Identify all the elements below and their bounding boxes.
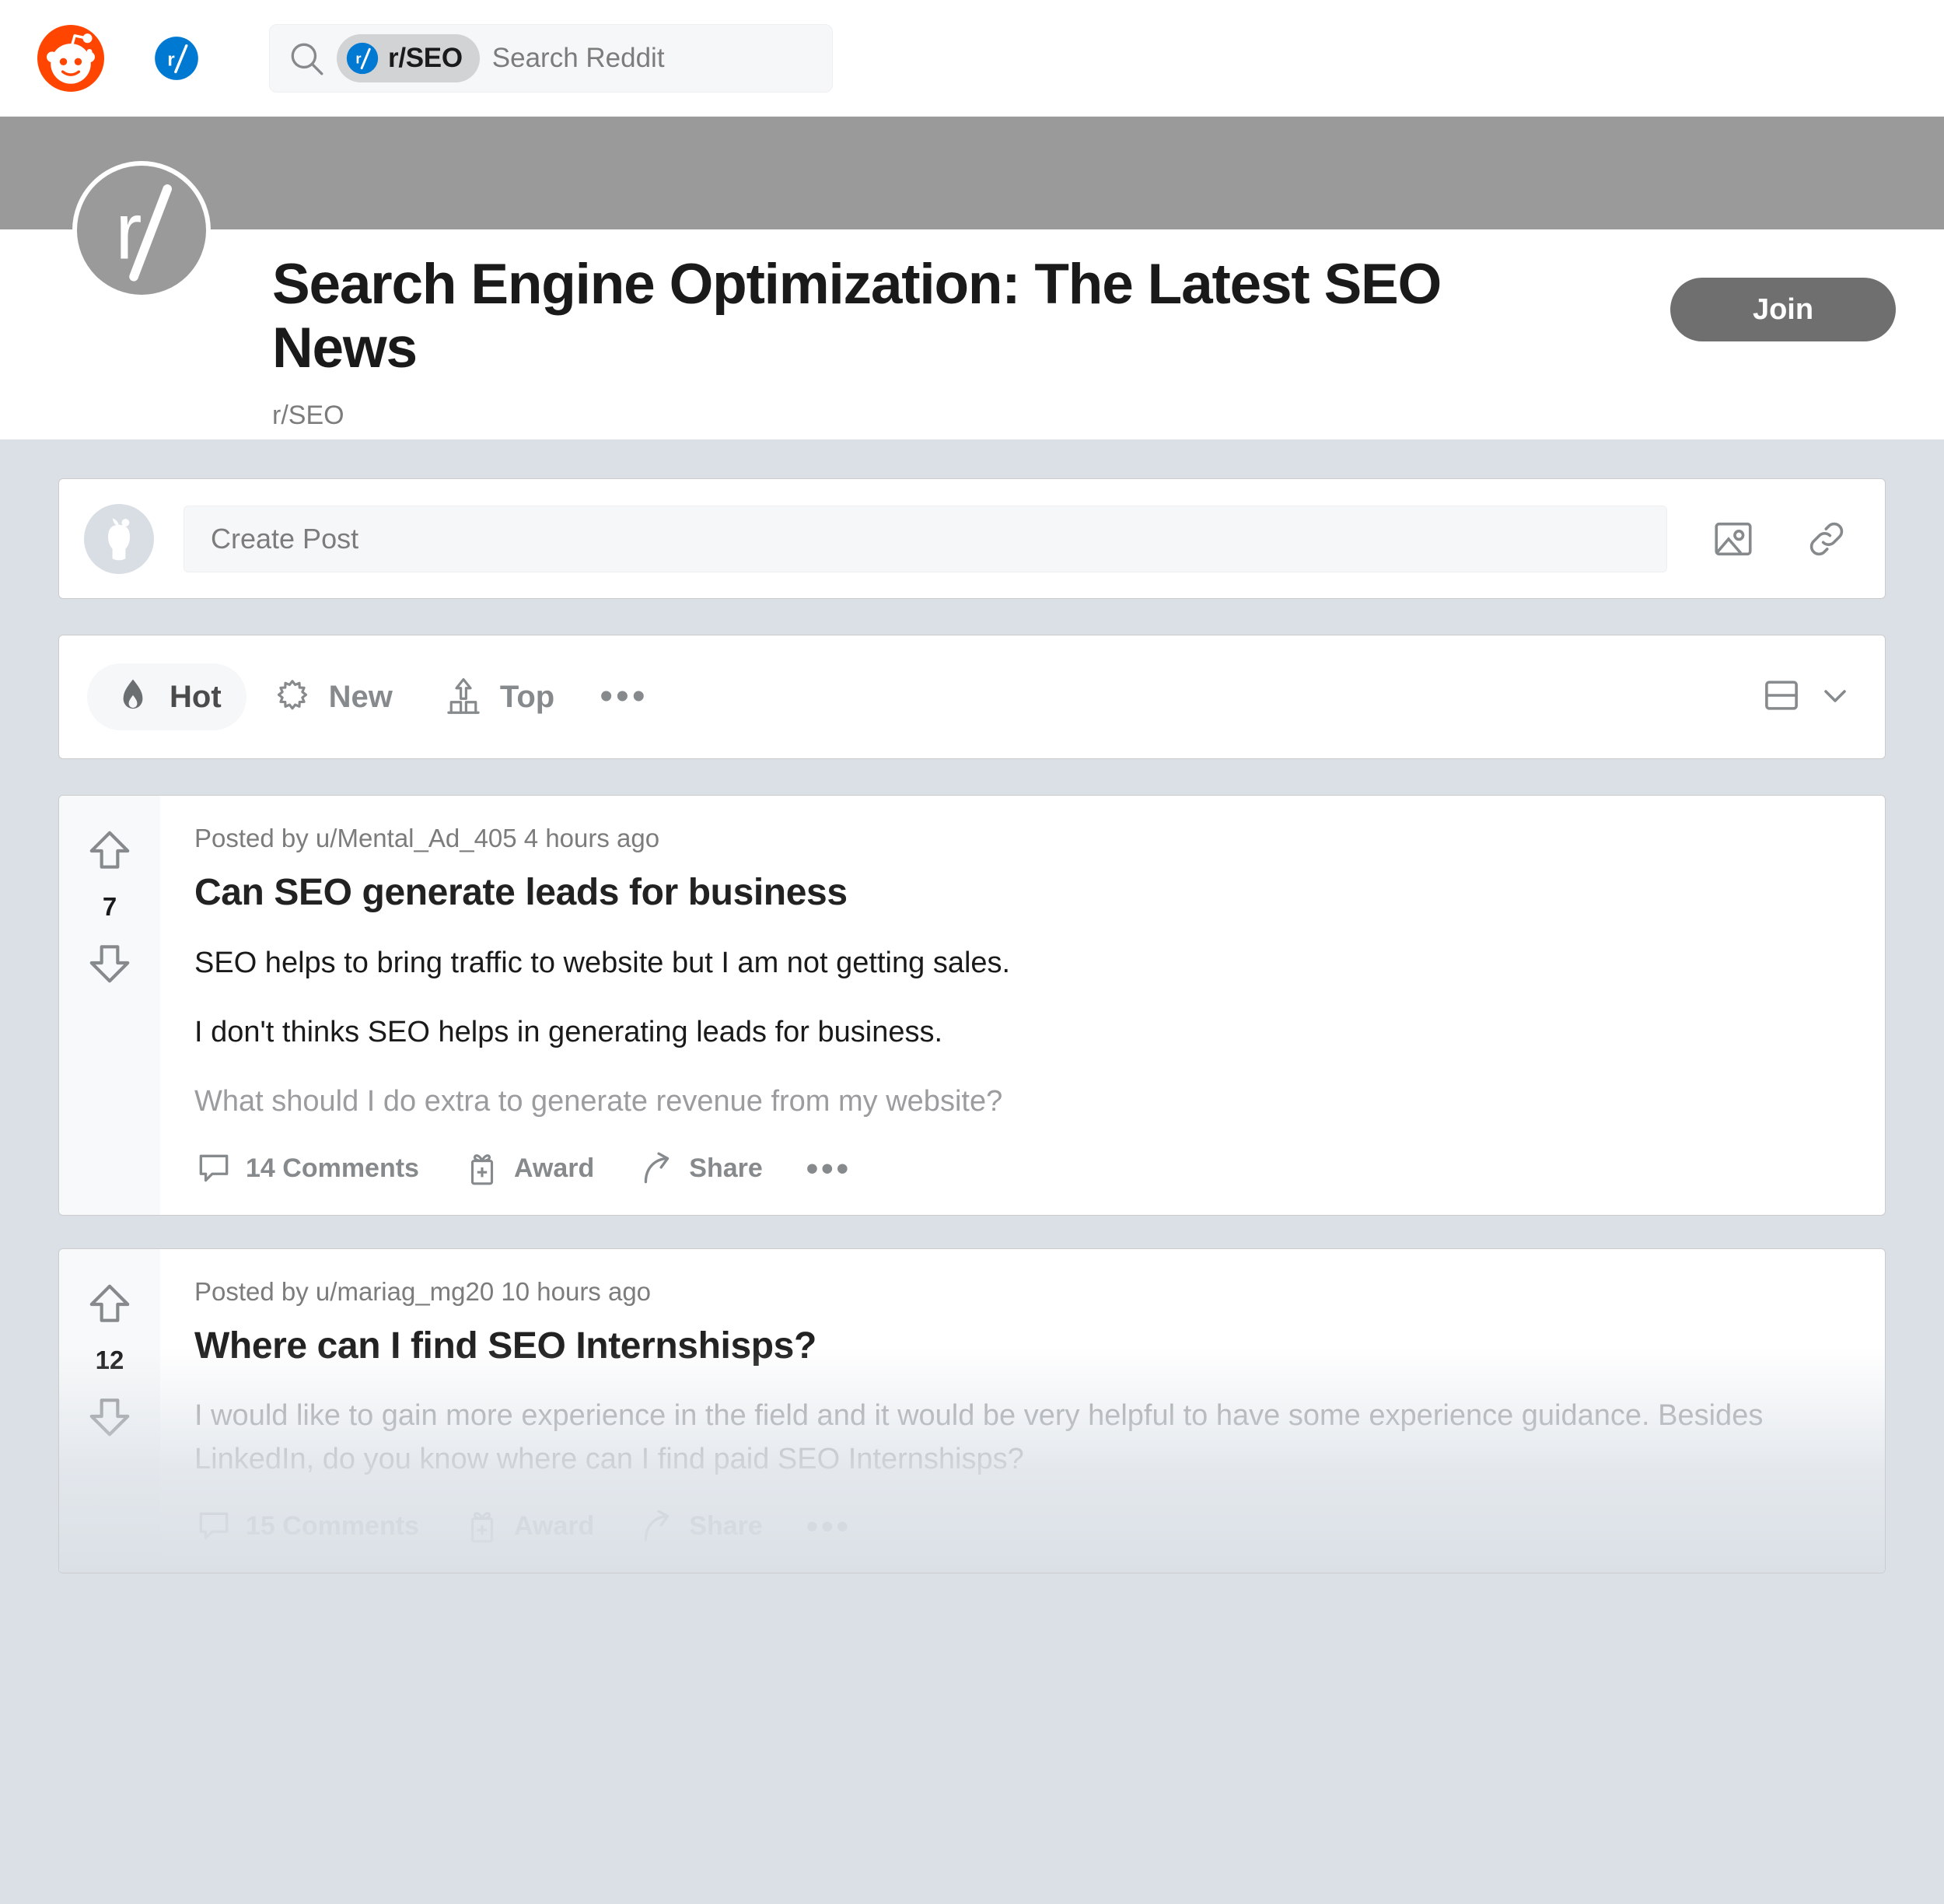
sort-tab-new[interactable]: New: [246, 663, 418, 730]
post-paragraph: I don't thinks SEO helps in generating l…: [194, 1015, 943, 1048]
chevron-down-icon: [1816, 677, 1854, 718]
downvote-icon[interactable]: [86, 939, 134, 987]
gift-icon: [463, 1150, 502, 1188]
share-arrow-icon: [638, 1507, 677, 1546]
search-icon: [287, 39, 326, 78]
comments-count-label: 14 Comments: [246, 1153, 419, 1184]
sparkle-icon: [271, 676, 313, 718]
post-paragraph: SEO helps to bring traffic to website bu…: [194, 946, 1011, 979]
post-meta: Posted by u/mariag_mg20 10 hours ago: [194, 1276, 652, 1306]
post-action-bar: 14 Comments Award Share •••: [194, 1150, 1851, 1188]
reddit-logo-icon[interactable]: [37, 24, 104, 92]
comments-button[interactable]: 15 Comments: [194, 1507, 419, 1546]
sort-tab-top[interactable]: Top: [418, 663, 579, 730]
community-header: r Search Engine Optimization: The Latest…: [0, 161, 1944, 439]
create-post-bar: Create Post: [58, 478, 1886, 599]
post-overflow-button[interactable]: •••: [806, 1152, 851, 1185]
share-arrow-icon: [638, 1150, 677, 1188]
community-avatar[interactable]: r: [72, 161, 211, 299]
post-content: Posted by u/mariag_mg20 10 hours ago Whe…: [160, 1249, 1885, 1573]
flame-icon: [112, 676, 154, 718]
upvote-icon[interactable]: [86, 1280, 134, 1328]
join-button[interactable]: Join: [1670, 278, 1896, 341]
search-scope-label: r/SEO: [388, 42, 463, 73]
comment-bubble-icon: [194, 1507, 233, 1546]
top-navbar: r r r/SEO Search Reddit: [0, 0, 1944, 117]
award-label: Award: [513, 1511, 595, 1542]
search-scope-chip[interactable]: r r/SEO: [337, 33, 480, 82]
post-paragraph: I would like to gain more experience in …: [194, 1399, 1764, 1475]
search-input[interactable]: Search Reddit: [492, 43, 665, 74]
post-content: Posted by u/Mental_Ad_405 4 hours ago Ca…: [160, 796, 1885, 1215]
view-mode-toggle[interactable]: [1760, 674, 1854, 720]
post-title[interactable]: Where can I find SEO Internshisps?: [194, 1324, 1851, 1369]
comments-count-label: 15 Comments: [246, 1511, 419, 1542]
comment-bubble-icon: [194, 1150, 233, 1188]
post-overflow-button[interactable]: •••: [806, 1510, 851, 1543]
create-post-actions: [1711, 516, 1849, 562]
sort-tab-new-label: New: [328, 679, 393, 714]
vote-column: 7: [59, 796, 160, 1215]
svg-text:r: r: [167, 49, 175, 70]
award-button[interactable]: Award: [463, 1150, 594, 1188]
r-slash-circle-icon: r: [346, 42, 379, 75]
user-avatar[interactable]: [84, 503, 154, 574]
share-button[interactable]: Share: [638, 1507, 763, 1546]
sort-tab-top-label: Top: [499, 679, 555, 714]
card-view-icon: [1760, 674, 1802, 720]
downvote-icon[interactable]: [86, 1392, 134, 1440]
upvote-icon[interactable]: [86, 827, 134, 875]
comments-button[interactable]: 14 Comments: [194, 1150, 419, 1188]
link-icon[interactable]: [1804, 516, 1849, 562]
post-card[interactable]: 7 Posted by u/Mental_Ad_405 4 hours ago …: [58, 795, 1886, 1216]
share-label: Share: [689, 1153, 763, 1184]
community-name: r/SEO: [272, 400, 344, 430]
gift-icon: [463, 1507, 502, 1546]
post-card[interactable]: 12 Posted by u/mariag_mg20 10 hours ago …: [58, 1248, 1886, 1573]
svg-text:r: r: [355, 50, 361, 66]
sort-bar: Hot New Top •••: [58, 635, 1886, 759]
share-button[interactable]: Share: [638, 1150, 763, 1188]
share-label: Share: [689, 1511, 763, 1542]
feed: Create Post Hot New Top ••• 7 Posted by …: [0, 439, 1944, 1573]
sort-overflow-button[interactable]: •••: [579, 677, 668, 716]
image-icon[interactable]: [1711, 516, 1756, 562]
award-button[interactable]: Award: [463, 1507, 594, 1546]
vote-score: 7: [102, 892, 117, 921]
vote-column: 12: [59, 1248, 160, 1573]
community-title: Search Engine Optimization: The Latest S…: [272, 253, 1442, 380]
post-meta: Posted by u/Mental_Ad_405 4 hours ago: [194, 824, 660, 852]
subreddit-r-slash-icon[interactable]: r: [154, 36, 199, 81]
sort-tab-hot-label: Hot: [170, 679, 222, 714]
post-title[interactable]: Can SEO generate leads for business: [194, 870, 1851, 915]
post-action-bar: 15 Comments Award Share •••: [194, 1507, 1851, 1546]
bar-chart-up-icon: [442, 676, 484, 718]
post-paragraph: What should I do extra to generate reven…: [194, 1084, 1003, 1118]
create-post-input[interactable]: Create Post: [184, 505, 1667, 572]
community-banner: [0, 117, 1944, 229]
sort-tab-hot[interactable]: Hot: [87, 663, 246, 730]
search-bar[interactable]: r r/SEO Search Reddit: [269, 23, 833, 93]
vote-score: 12: [95, 1345, 124, 1374]
award-label: Award: [513, 1153, 595, 1184]
